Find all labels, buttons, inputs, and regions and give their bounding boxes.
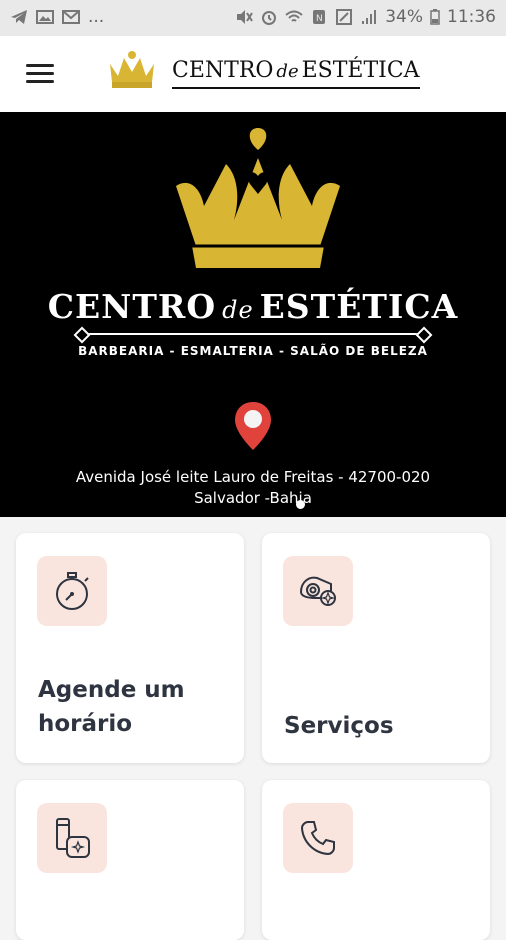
card-label-line-1: Agende um <box>38 677 185 703</box>
battery-level: 34% <box>385 7 423 27</box>
card-label-line-1: Serviços <box>284 713 394 739</box>
brand-word-1: CENTRO <box>172 57 274 83</box>
hero-banner: CENTRO de ESTÉTICA BARBEARIA - ESMALTERIA … <box>0 112 506 517</box>
status-overflow: ... <box>88 7 105 27</box>
brand-logo: CENTRO de ESTÉTICA <box>106 50 420 90</box>
brand-underline <box>172 86 420 89</box>
crown-logo-icon <box>176 128 340 268</box>
location-pin-icon[interactable] <box>233 400 273 452</box>
carousel-dot[interactable] <box>296 500 305 509</box>
wifi-icon <box>285 10 303 22</box>
gmail-icon <box>62 10 80 24</box>
alarm-icon <box>262 11 277 25</box>
phone-icon <box>300 821 335 856</box>
card-icon-box <box>283 556 353 626</box>
stopwatch-icon <box>56 572 89 610</box>
image-icon <box>36 10 54 24</box>
card-icon-box <box>283 803 353 873</box>
hero-title: CENTRO de ESTÉTICA <box>0 287 506 326</box>
card-icon-box <box>37 556 107 626</box>
brand-word-2: de <box>276 60 299 82</box>
svg-text:N: N <box>316 14 323 24</box>
mute-icon <box>237 10 254 24</box>
status-left: ... <box>10 7 104 27</box>
hero-title-word-1: CENTRO <box>47 287 217 326</box>
telegram-icon <box>11 10 27 24</box>
card-produtos[interactable] <box>16 780 244 940</box>
hero-title-word-3: ESTÉTICA <box>259 287 459 326</box>
card-agende-horario[interactable]: Agende um horário <box>16 533 244 763</box>
card-label-line-2: horário <box>38 711 133 737</box>
towel-flower-icon <box>299 576 336 606</box>
battery-icon <box>430 9 440 25</box>
clock: 11:36 <box>447 7 496 27</box>
address: Avenida José leite Lauro de Freitas - 42… <box>0 467 506 509</box>
crown-icon <box>110 51 154 88</box>
card-label: Agende um horário <box>38 673 185 741</box>
hero-subtitle: BARBEARIA - ESMALTERIA - SALÃO DE BELEZA <box>78 344 428 358</box>
signal-icon <box>362 10 377 24</box>
status-bar: ... N 34% 11:36 <box>0 0 506 36</box>
card-icon-box <box>37 803 107 873</box>
card-servicos[interactable]: Serviços <box>262 533 490 763</box>
card-contato[interactable] <box>262 780 490 940</box>
data-icon <box>336 9 353 25</box>
card-label: Serviços <box>284 709 394 743</box>
address-line-1: Avenida José leite Lauro de Freitas - 42… <box>75 468 431 486</box>
address-line-2: Salvador -Bahia <box>194 489 312 507</box>
app-header: CENTRO de ESTÉTICA <box>0 36 506 113</box>
nfc-icon: N <box>313 10 326 24</box>
hero-title-word-2: de <box>222 296 254 324</box>
status-right: N 34% 11:36 <box>235 7 496 27</box>
brand-word-3: ESTÉTICA <box>301 57 420 83</box>
brand-text: CENTRO de ESTÉTICA <box>172 57 420 89</box>
hero-divider <box>84 333 422 335</box>
menu-icon[interactable] <box>26 64 54 84</box>
cosmetics-icon <box>56 818 90 858</box>
